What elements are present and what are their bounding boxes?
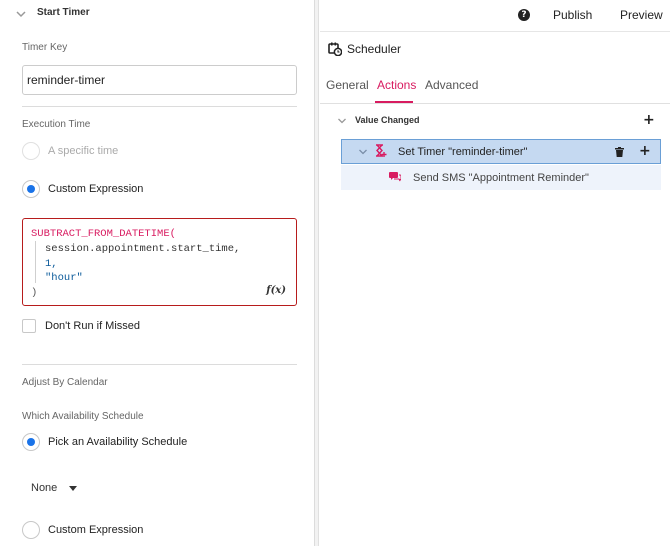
- action-node-send-sms[interactable]: Send SMS "Appointment Reminder": [341, 165, 661, 190]
- tab-actions[interactable]: Actions: [377, 78, 416, 92]
- radio-label: Custom Expression: [48, 524, 144, 536]
- radio-custom-expression[interactable]: Custom Expression: [22, 179, 143, 199]
- timer-key-label: Timer Key: [22, 42, 68, 53]
- execution-time-label: Execution Time: [22, 119, 91, 130]
- hourglass-icon: [376, 144, 387, 157]
- tab-general[interactable]: General: [326, 78, 369, 92]
- radio-label: Custom Expression: [48, 183, 144, 195]
- chevron-down-icon[interactable]: [15, 8, 27, 20]
- trigger-row[interactable]: Value Changed +: [335, 112, 660, 130]
- calendar-clock-icon: [328, 42, 342, 56]
- tab-bar: General Actions Advanced: [320, 70, 670, 104]
- checkbox-label: Don't Run if Missed: [45, 320, 141, 332]
- section-title: Start Timer: [37, 7, 90, 18]
- divider: [22, 106, 297, 107]
- radio-label: A specific time: [48, 145, 119, 157]
- panel-splitter[interactable]: [315, 0, 319, 546]
- divider: [22, 364, 297, 365]
- indent-guide: [35, 241, 36, 283]
- section-header[interactable]: Start Timer: [0, 0, 315, 28]
- caret-down-icon: [69, 485, 78, 491]
- scheduler-label: Scheduler: [347, 42, 402, 56]
- preview-button[interactable]: Preview: [620, 8, 663, 22]
- radio-custom-expression-schedule[interactable]: Custom Expression: [22, 520, 143, 540]
- plus-icon[interactable]: +: [643, 113, 655, 127]
- code-line: session.appointment.start_time,: [45, 243, 241, 255]
- radio-label: Pick an Availability Schedule: [48, 436, 188, 448]
- expression-editor[interactable]: SUBTRACT_FROM_DATETIME( session.appointm…: [22, 218, 297, 306]
- active-tab-indicator: [375, 101, 413, 103]
- code-line: SUBTRACT_FROM_DATETIME(: [31, 228, 176, 240]
- scheduler-title: Scheduler: [328, 42, 401, 56]
- trash-icon[interactable]: [615, 147, 624, 157]
- code-line: "hour": [45, 272, 83, 284]
- radio-specific-time[interactable]: A specific time: [22, 141, 118, 161]
- radio-button[interactable]: [22, 142, 40, 160]
- action-node-set-timer[interactable]: Set Timer "reminder-timer" +: [341, 139, 661, 164]
- schedule-dropdown[interactable]: None: [31, 482, 78, 494]
- radio-pick-schedule[interactable]: Pick an Availability Schedule: [22, 432, 187, 452]
- chevron-down-icon[interactable]: [337, 116, 347, 126]
- chevron-down-icon[interactable]: [358, 147, 368, 157]
- trigger-label: Value Changed: [355, 115, 420, 125]
- node-label: Set Timer "reminder-timer": [398, 146, 528, 158]
- help-icon[interactable]: ?: [518, 9, 530, 21]
- top-bar: ? Publish Preview: [320, 0, 670, 32]
- radio-button[interactable]: [22, 180, 40, 198]
- plus-icon[interactable]: +: [639, 144, 651, 158]
- publish-button[interactable]: Publish: [553, 8, 592, 22]
- adjust-by-calendar-label: Adjust By Calendar: [22, 377, 108, 388]
- code-line: 1,: [45, 258, 58, 270]
- radio-button[interactable]: [22, 433, 40, 451]
- tab-advanced[interactable]: Advanced: [425, 78, 478, 92]
- dont-run-if-missed-checkbox[interactable]: Don't Run if Missed: [22, 319, 140, 333]
- code-line: ): [31, 287, 38, 299]
- left-panel: Start Timer Timer Key reminder-timer Exe…: [0, 0, 315, 546]
- sms-icon: [389, 172, 401, 182]
- checkbox[interactable]: [22, 319, 36, 333]
- timer-key-input[interactable]: reminder-timer: [22, 65, 297, 95]
- node-label: Send SMS "Appointment Reminder": [413, 172, 589, 184]
- dropdown-value: None: [31, 482, 58, 494]
- fx-icon[interactable]: f(x): [266, 285, 286, 296]
- radio-button[interactable]: [22, 521, 40, 539]
- which-schedule-label: Which Availability Schedule: [22, 411, 144, 422]
